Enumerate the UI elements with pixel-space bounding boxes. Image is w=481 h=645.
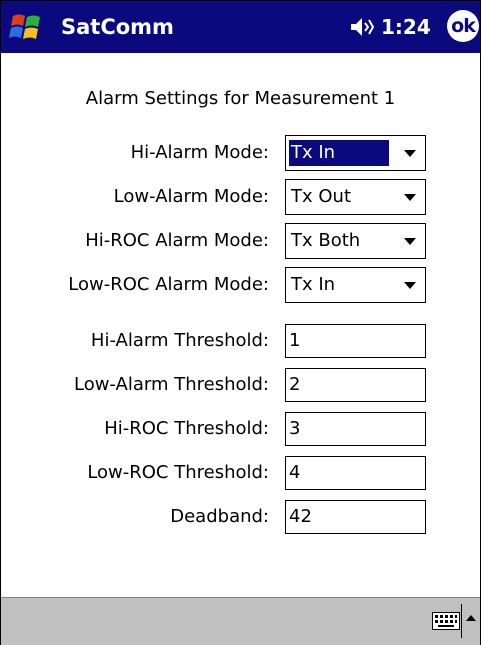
deadband-label: Deadband: — [170, 506, 269, 527]
low-roc-alarm-mode-label: Low-ROC Alarm Mode: — [68, 274, 269, 295]
low-alarm-mode-label: Low-Alarm Mode: — [113, 186, 269, 207]
low-alarm-threshold-label: Low-Alarm Threshold: — [73, 374, 269, 395]
hi-roc-alarm-mode-label: Hi-ROC Alarm Mode: — [85, 230, 269, 251]
hi-alarm-mode-select[interactable]: Tx In — [285, 135, 426, 171]
menu-bar — [1, 597, 480, 645]
low-roc-alarm-mode-select[interactable]: Tx In — [285, 267, 426, 303]
speaker-icon[interactable] — [349, 15, 375, 39]
hi-alarm-mode-label: Hi-Alarm Mode: — [130, 142, 269, 163]
divider — [461, 604, 462, 638]
windows-flag-icon[interactable] — [9, 10, 43, 44]
chevron-down-icon[interactable] — [404, 150, 416, 157]
window: SatComm 1:24 ok Alarm Settings for Measu… — [0, 0, 481, 645]
input-panel-arrow-icon[interactable] — [466, 615, 476, 621]
keyboard-icon[interactable] — [432, 612, 460, 630]
select-value: Tx In — [289, 140, 389, 166]
low-roc-threshold-field[interactable]: 4 — [285, 456, 426, 490]
low-alarm-mode-select[interactable]: Tx Out — [285, 179, 426, 215]
chevron-down-icon[interactable] — [404, 194, 416, 201]
select-value: Tx In — [291, 274, 336, 295]
low-roc-threshold-label: Low-ROC Threshold: — [87, 462, 269, 483]
hi-roc-threshold-label: Hi-ROC Threshold: — [104, 418, 269, 439]
ok-button[interactable]: ok — [447, 10, 479, 42]
select-value: Tx Both — [291, 230, 361, 251]
page-title: Alarm Settings for Measurement 1 — [85, 88, 396, 109]
hi-alarm-threshold-label: Hi-Alarm Threshold: — [90, 330, 269, 351]
clock[interactable]: 1:24 — [381, 11, 431, 43]
title-bar: SatComm 1:24 ok — [1, 1, 480, 53]
chevron-down-icon[interactable] — [404, 282, 416, 289]
app-title: SatComm — [61, 15, 174, 39]
low-alarm-threshold-field[interactable]: 2 — [285, 368, 426, 402]
hi-roc-alarm-mode-select[interactable]: Tx Both — [285, 223, 426, 259]
chevron-down-icon[interactable] — [404, 238, 416, 245]
deadband-field[interactable]: 42 — [285, 500, 426, 534]
hi-alarm-threshold-field[interactable]: 1 — [285, 324, 426, 358]
select-value: Tx Out — [291, 186, 352, 207]
hi-roc-threshold-field[interactable]: 3 — [285, 412, 426, 446]
